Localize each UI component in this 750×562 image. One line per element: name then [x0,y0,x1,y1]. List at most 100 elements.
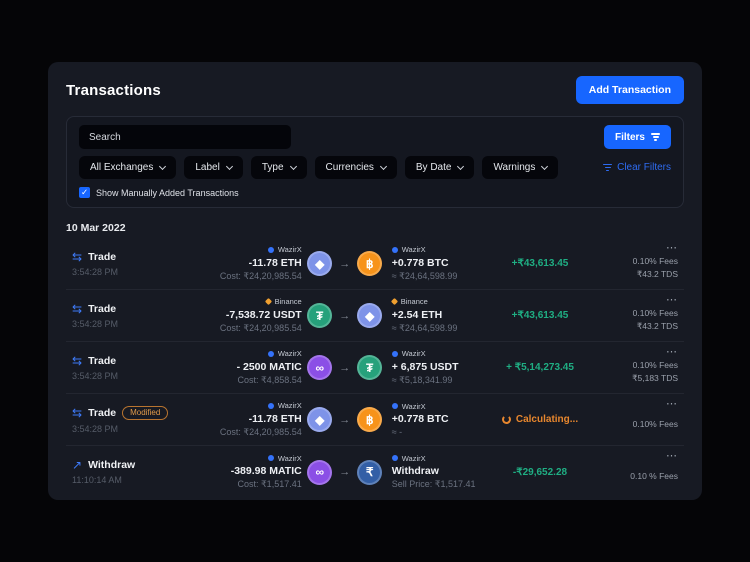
gain-value: +₹43,613.45 [512,310,569,321]
exchange-name: WazirX [278,454,302,463]
tds-line: ₹43.2 TDS [637,269,678,280]
in-coin-icon: ฿ [357,251,382,276]
trade-icon: ⇆ [72,407,82,419]
transaction-time: 3:54:28 PM [72,371,218,381]
exchange-icon [268,403,274,409]
add-transaction-button[interactable]: Add Transaction [576,76,684,104]
gain-value: -₹29,652.28 [513,467,567,478]
transaction-time: 11:10:14 AM [72,475,218,485]
trade-icon: ⇆ [72,251,82,263]
out-coin-icon: ₮ [307,303,332,328]
in-amount: +0.778 BTC [392,257,449,269]
more-menu-icon[interactable]: ⋯ [666,241,678,254]
transaction-row[interactable]: ⇆ Trade 3:54:28 PM Binance -7,538.72 USD… [66,290,684,342]
dropdown-type[interactable]: Type [251,156,307,179]
out-amount: -7,538.72 USDT [226,309,302,321]
in-amount: + 6,875 USDT [392,361,459,373]
arrow-right-icon: → [339,362,350,374]
filters-button-label: Filters [615,132,645,143]
exchange-icon [391,298,398,305]
transaction-row[interactable]: ⇆ Trade 3:54:28 PM WazirX - 2500 MATIC C… [66,342,684,394]
filters-button[interactable]: Filters [604,125,671,149]
in-amount: Withdraw [392,465,439,477]
out-amount: -11.78 ETH [249,257,302,269]
search-input[interactable] [79,125,291,149]
more-menu-icon[interactable]: ⋯ [666,449,678,462]
dropdown-by-date[interactable]: By Date [405,156,475,179]
out-coin-icon: ◆ [307,407,332,432]
exchange-name: WazirX [402,454,426,463]
chevron-down-icon [457,162,464,169]
chevron-down-icon [226,162,233,169]
arrow-right-icon: → [339,310,350,322]
exchange-icon [268,351,274,357]
in-coin-icon: ฿ [357,407,382,432]
clear-filters-button[interactable]: Clear Filters [603,162,671,173]
out-cost: Cost: ₹4,858.54 [237,375,301,386]
out-cost: Cost: ₹24,20,985.54 [220,323,302,334]
exchange-name: Binance [275,297,302,306]
dropdown-warnings[interactable]: Warnings [482,156,558,179]
out-coin-icon: ∞ [307,355,332,380]
in-value: ≈ ₹5,18,341.99 [392,375,453,386]
show-manual-label: Show Manually Added Transactions [96,188,239,198]
exchange-icon [392,455,398,461]
in-coin-icon: ₮ [357,355,382,380]
exchange-icon [392,351,398,357]
in-value: Sell Price: ₹1,517.41 [392,479,476,490]
dropdown-all-exchanges[interactable]: All Exchanges [79,156,176,179]
chevron-down-icon [541,162,548,169]
fee-line: 0.10% Fees [633,360,678,370]
in-amount: +0.778 BTC [392,413,449,425]
exchange-name: WazirX [278,245,302,254]
in-amount: +2.54 ETH [392,309,443,321]
transactions-card: Transactions Add Transaction Filters All… [48,62,702,500]
trade-icon: ⇆ [72,355,82,367]
tds-line: ₹5,183 TDS [632,373,678,384]
dropdown-label[interactable]: Label [184,156,242,179]
transaction-time: 3:54:28 PM [72,319,218,329]
gain-value: Calculating... [516,414,578,425]
out-amount: -11.78 ETH [249,413,302,425]
exchange-icon [392,403,398,409]
arrow-right-icon: → [339,466,350,478]
card-header: Transactions Add Transaction [66,76,684,104]
show-manual-checkbox[interactable]: ✓ [79,187,90,198]
arrow-right-icon: → [339,258,350,270]
transaction-type-label: Trade [88,251,116,263]
more-menu-icon[interactable]: ⋯ [666,293,678,306]
transaction-type-label: Trade [88,407,116,419]
gain-value: +₹43,613.45 [512,258,569,269]
dropdown-currencies[interactable]: Currencies [315,156,397,179]
in-coin-icon: ◆ [357,303,382,328]
more-menu-icon[interactable]: ⋯ [666,345,678,358]
gain-value: + ₹5,14,273.45 [506,362,574,373]
arrow-right-icon: → [339,414,350,426]
filter-icon [651,133,660,141]
filter-panel: Filters All Exchanges Label Type Currenc… [66,116,684,208]
exchange-name: WazirX [402,402,426,411]
transaction-row[interactable]: ⇆ Trade 3:54:28 PM WazirX -11.78 ETH Cos… [66,238,684,290]
out-coin-icon: ◆ [307,251,332,276]
exchange-name: Binance [401,297,428,306]
modified-badge: Modified [122,406,168,420]
fee-line: 0.10% Fees [633,419,678,429]
chevron-down-icon [159,162,166,169]
withdraw-icon: ↗ [72,459,82,471]
fee-line: 0.10% Fees [633,308,678,318]
exchange-icon [268,455,274,461]
exchange-name: WazirX [402,349,426,358]
transaction-time: 3:54:28 PM [72,424,218,434]
in-value: ≈ - [392,427,402,437]
chevron-down-icon [289,162,296,169]
out-cost: Cost: ₹24,20,985.54 [220,427,302,438]
more-menu-icon[interactable]: ⋯ [666,397,678,410]
out-amount: - 2500 MATIC [237,361,302,373]
exchange-icon [265,298,272,305]
transaction-row[interactable]: ↗ Withdraw 11:10:14 AM WazirX -389.98 MA… [66,446,684,498]
transaction-row[interactable]: ⇆ Trade Modified 3:54:28 PM WazirX -11.7… [66,394,684,446]
out-cost: Cost: ₹24,20,985.54 [220,271,302,282]
exchange-name: WazirX [278,401,302,410]
transaction-list: ⇆ Trade 3:54:28 PM WazirX -11.78 ETH Cos… [66,238,684,498]
chevron-down-icon [380,162,387,169]
